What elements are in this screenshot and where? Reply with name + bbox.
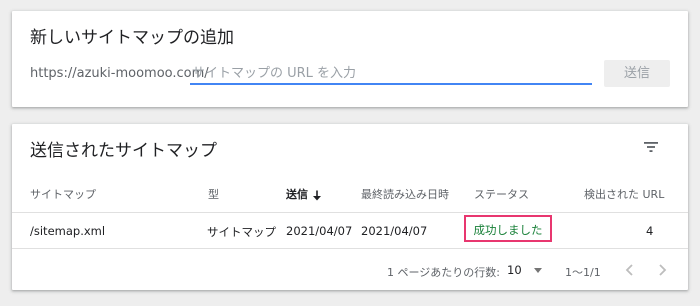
- cell-submitted: 2021/04/07: [286, 224, 353, 238]
- cell-last-read: 2021/04/07: [361, 224, 428, 238]
- chevron-right-icon[interactable]: [656, 263, 668, 277]
- status-highlight: 成功しました: [464, 215, 552, 242]
- cell-type: サイトマップ: [207, 225, 276, 239]
- rows-per-page-select[interactable]: 10: [507, 263, 542, 277]
- submitted-sitemaps-title: 送信されたサイトマップ: [30, 141, 217, 161]
- page-range: 1〜1/1: [565, 266, 601, 279]
- submit-button[interactable]: 送信: [604, 60, 670, 87]
- cell-discovered-urls: 4: [646, 224, 654, 238]
- add-sitemap-title: 新しいサイトマップの追加: [30, 28, 234, 48]
- sitemap-url-input[interactable]: [190, 63, 592, 85]
- status-badge: 成功しました: [473, 223, 543, 237]
- column-header-type[interactable]: 型: [208, 186, 219, 202]
- row-divider: [12, 212, 688, 213]
- dropdown-arrow-icon: [533, 268, 542, 273]
- add-sitemap-card: 新しいサイトマップの追加 https://azuki-moomoo.com/ 送…: [12, 11, 688, 107]
- filter-icon[interactable]: [643, 140, 659, 154]
- column-header-last-read[interactable]: 最終読み込み日時: [361, 186, 449, 202]
- arrow-down-icon: [313, 190, 321, 200]
- column-header-discovered-urls[interactable]: 検出された URL: [584, 186, 664, 202]
- cell-sitemap[interactable]: /sitemap.xml: [30, 224, 105, 238]
- column-header-submitted[interactable]: 送信: [286, 186, 322, 202]
- rows-per-page-label: 1 ページあたりの行数:: [387, 266, 500, 279]
- column-header-sitemap[interactable]: サイトマップ: [30, 186, 96, 202]
- chevron-left-icon[interactable]: [624, 263, 636, 277]
- rows-per-page-value: 10: [507, 263, 522, 277]
- submitted-sitemaps-card: 送信されたサイトマップ サイトマップ 型 送信 最終読み込み日時 ステータス 検…: [12, 124, 688, 290]
- column-header-status[interactable]: ステータス: [474, 186, 529, 202]
- url-prefix: https://azuki-moomoo.com/: [30, 66, 209, 81]
- row-divider: [12, 248, 688, 249]
- column-header-submitted-label: 送信: [286, 188, 308, 201]
